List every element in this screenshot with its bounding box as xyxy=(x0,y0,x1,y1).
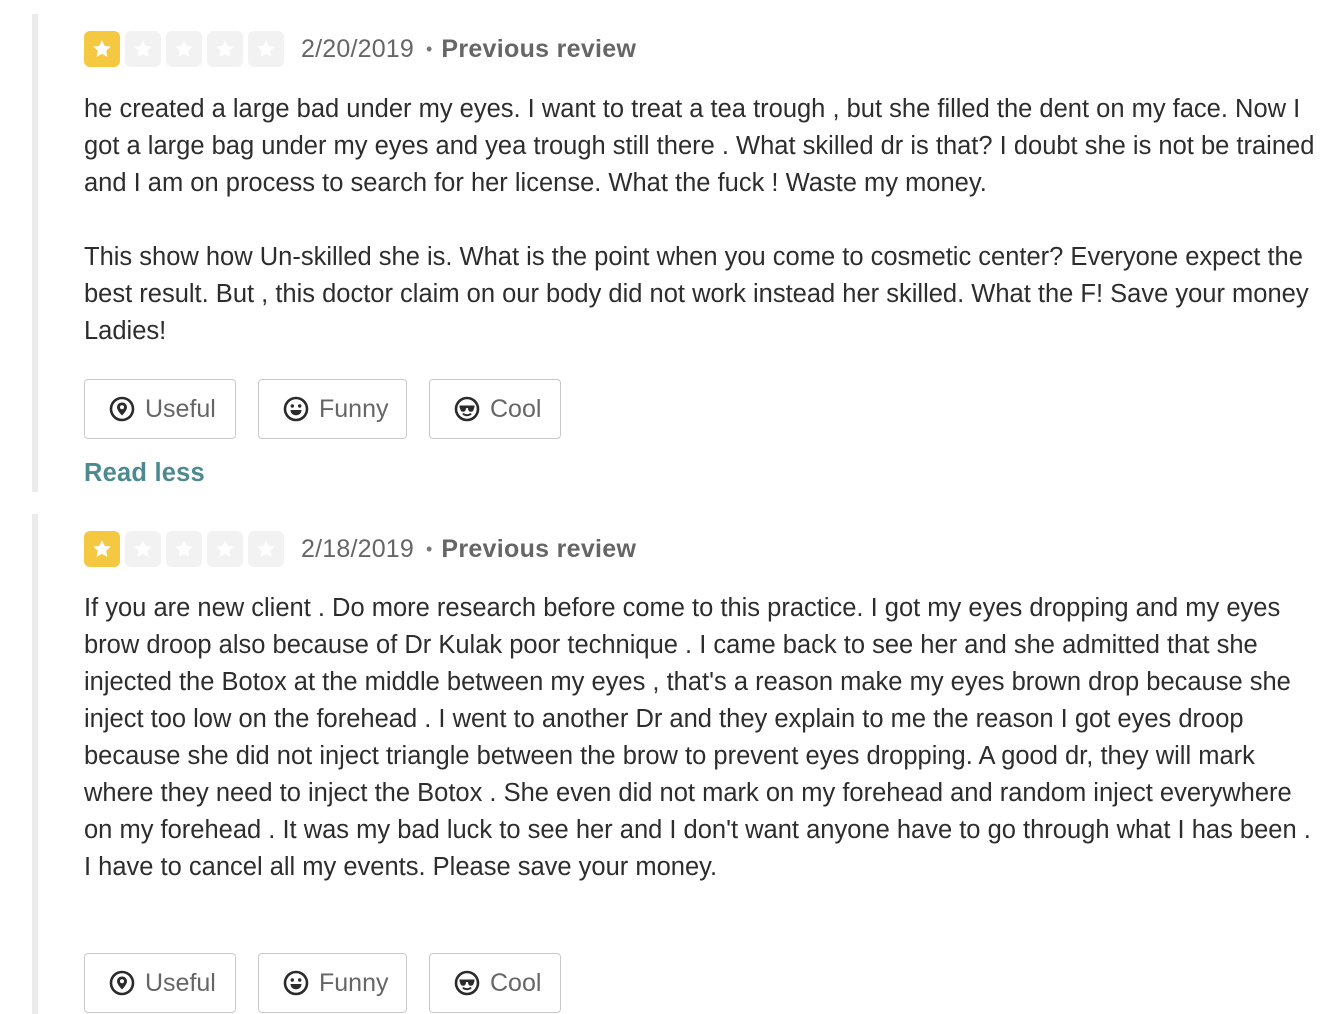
separator-dot: • xyxy=(426,38,433,59)
funny-label: Funny xyxy=(319,968,389,997)
star-icon xyxy=(248,531,284,567)
useful-label: Useful xyxy=(145,394,216,423)
funny-button[interactable]: Funny xyxy=(258,953,407,1013)
previous-review-label: Previous review xyxy=(441,534,637,563)
useful-label: Useful xyxy=(145,968,216,997)
vote-buttons: Useful Funny Cool xyxy=(84,953,561,1013)
star-icon xyxy=(166,531,202,567)
cool-button[interactable]: Cool xyxy=(429,379,561,439)
review-header: 2/18/2019 • Previous review xyxy=(84,530,636,568)
useful-icon xyxy=(109,970,135,996)
star-icon xyxy=(84,31,120,67)
previous-review-label: Previous review xyxy=(441,34,637,63)
funny-label: Funny xyxy=(319,394,389,423)
star-icon xyxy=(84,531,120,567)
star-rating xyxy=(84,31,284,67)
useful-button[interactable]: Useful xyxy=(84,379,236,439)
star-rating xyxy=(84,531,284,567)
useful-icon xyxy=(109,396,135,422)
cool-icon xyxy=(454,396,480,422)
star-icon xyxy=(125,531,161,567)
funny-icon xyxy=(283,396,309,422)
star-icon xyxy=(207,531,243,567)
review-header: 2/20/2019 • Previous review xyxy=(84,30,636,68)
review-date: 2/18/2019 xyxy=(301,534,415,563)
cool-label: Cool xyxy=(490,968,542,997)
star-icon xyxy=(248,31,284,67)
cool-label: Cool xyxy=(490,394,542,423)
cool-icon xyxy=(454,970,480,996)
vote-buttons: Useful Funny Cool xyxy=(84,379,561,439)
funny-icon xyxy=(283,970,309,996)
review-item: 2/20/2019 • Previous review he created a… xyxy=(32,14,1322,492)
star-icon xyxy=(166,31,202,67)
review-item: 2/18/2019 • Previous review If you are n… xyxy=(32,514,1322,1014)
separator-dot: • xyxy=(426,538,433,559)
cool-button[interactable]: Cool xyxy=(429,953,561,1013)
star-icon xyxy=(207,31,243,67)
read-less-link[interactable]: Read less xyxy=(84,459,205,488)
funny-button[interactable]: Funny xyxy=(258,379,407,439)
review-text: he created a large bad under my eyes. I … xyxy=(84,95,1315,345)
useful-button[interactable]: Useful xyxy=(84,953,236,1013)
review-text: If you are new client . Do more research… xyxy=(84,594,1311,881)
review-date: 2/20/2019 xyxy=(301,34,415,63)
star-icon xyxy=(125,31,161,67)
